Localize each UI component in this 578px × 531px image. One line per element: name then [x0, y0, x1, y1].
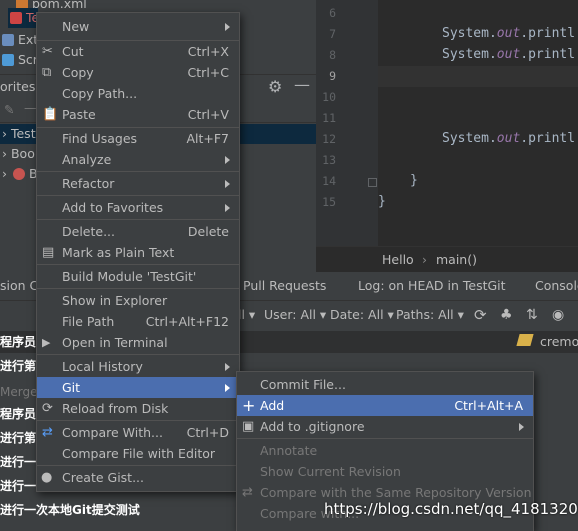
line-number: 7 [329, 27, 336, 41]
line-number: 9 [329, 69, 336, 83]
cut-icon: ✂ [42, 44, 53, 59]
terminal-icon: ▶ [42, 336, 51, 349]
git-menu-annotate: Annotate [260, 443, 318, 458]
fold-icon[interactable] [368, 178, 377, 187]
menu-item-delete[interactable]: Delete... Delete [37, 221, 239, 242]
git-menu-show-current-revision: Show Current Revision [260, 464, 401, 479]
library-icon [2, 33, 14, 46]
log-row[interactable]: 程序员 [0, 402, 36, 426]
date-filter[interactable]: Date: All ▾ [330, 301, 394, 329]
cherry-pick-icon[interactable]: ♣ [500, 301, 513, 329]
minimize-icon[interactable]: — [294, 75, 310, 94]
scratch-icon [2, 53, 14, 66]
menu-item-compare-with[interactable]: ⇄ Compare With... Ctrl+D [37, 422, 239, 443]
code-editor[interactable]: 6 7 8 9 10 11 12 13 14 15 System.out.pri… [316, 0, 578, 246]
line-number: 6 [329, 6, 336, 20]
github-icon: ● [41, 470, 53, 485]
gear-icon[interactable]: ⚙ [268, 77, 282, 96]
menu-item-compare-file-with-editor[interactable]: Compare File with Editor [37, 443, 239, 464]
menu-item-add-to-favorites[interactable]: Add to Favorites [37, 197, 239, 218]
line-number: 13 [322, 153, 336, 167]
edit-icon[interactable]: ✎ [4, 102, 14, 117]
breadcrumb-class[interactable]: Hello [382, 247, 414, 273]
code-line: System.out.printl [442, 131, 576, 146]
menu-item-find-usages[interactable]: Find Usages Alt+F7 [37, 128, 239, 149]
log-row[interactable]: 进行一次本地Git提交测试 [0, 498, 140, 522]
menu-item-local-history[interactable]: Local History [37, 356, 239, 377]
log-row[interactable]: 进行第 [0, 354, 36, 378]
branch-filter[interactable]: ll ▾ [238, 301, 255, 329]
code-brace: } [410, 173, 418, 188]
breadcrumb-method[interactable]: main() [436, 247, 477, 273]
line-number: 15 [322, 195, 336, 209]
line-number: 12 [322, 132, 336, 146]
favorites-title: orites [0, 79, 36, 94]
remote-branch-label: cremot [540, 334, 578, 349]
menu-item-file-path[interactable]: File Path Ctrl+Alt+F12 [37, 311, 239, 332]
menu-item-new[interactable]: New [37, 16, 239, 37]
menu-item-open-in-terminal[interactable]: ▶ Open in Terminal [37, 332, 239, 353]
line-number: 11 [322, 111, 336, 125]
current-line-highlight [378, 66, 578, 87]
java-file-icon [10, 11, 22, 24]
menu-item-git[interactable]: Git [37, 377, 239, 398]
menu-item-cut[interactable]: ✂ Cut Ctrl+X [37, 41, 239, 62]
context-menu: New ✂ Cut Ctrl+X ⧉ Copy Ctrl+C Copy Path... … [36, 12, 240, 492]
plain-text-icon: ▤ [42, 245, 55, 260]
git-menu-add[interactable]: + Add Ctrl+Alt+A [237, 395, 533, 416]
tag-icon [516, 334, 534, 346]
compare-icon: ⇄ [242, 485, 253, 500]
menu-item-analyze[interactable]: Analyze [37, 149, 239, 170]
log-row[interactable]: 程序员 [0, 330, 36, 354]
menu-item-mark-plain-text[interactable]: ▤ Mark as Plain Text [37, 242, 239, 263]
code-brace: } [378, 194, 386, 209]
tab-pull-requests[interactable]: Pull Requests [243, 272, 326, 300]
breakpoint-icon [12, 167, 25, 180]
menu-item-refactor[interactable]: Refactor [37, 173, 239, 194]
editor-breadcrumbs: Hello › main() [316, 246, 578, 273]
copy-icon: ⧉ [42, 65, 52, 80]
line-number: 10 [322, 90, 336, 104]
refresh-icon[interactable]: ⟳ [474, 301, 487, 329]
remove-icon[interactable]: — [24, 100, 37, 115]
compare-icon: ⇄ [42, 425, 53, 440]
git-menu-add-to-gitignore[interactable]: ▣ Add to .gitignore [237, 416, 533, 437]
git-menu-commit-file[interactable]: Commit File... [237, 374, 533, 395]
eye-icon[interactable]: ◉ [552, 301, 564, 329]
tab-console[interactable]: Console [535, 272, 578, 300]
log-row[interactable]: 进行第 [0, 426, 36, 450]
menu-item-copy[interactable]: ⧉ Copy Ctrl+C [37, 62, 239, 83]
menu-item-copy-path[interactable]: Copy Path... [37, 83, 239, 104]
plus-icon: + [242, 396, 256, 415]
watermark-url: https://blog.csdn.net/qq_41813208 [324, 500, 578, 518]
log-row[interactable]: Merge [0, 380, 37, 404]
tree-item-selected[interactable]: Te [8, 8, 38, 28]
menu-item-build-module[interactable]: Build Module 'TestGit' [37, 266, 239, 287]
menu-item-show-in-explorer[interactable]: Show in Explorer [37, 290, 239, 311]
code-line: System.out.printl [442, 26, 576, 41]
paths-filter[interactable]: Paths: All ▾ [396, 301, 464, 329]
breadcrumb-separator: › [422, 252, 427, 267]
user-filter[interactable]: User: All ▾ [264, 301, 326, 329]
menu-item-paste[interactable]: 📋 Paste Ctrl+V [37, 104, 239, 125]
reload-icon: ⟳ [42, 401, 53, 416]
tab-log[interactable]: Log: on HEAD in TestGit [358, 272, 506, 300]
menu-item-create-gist[interactable]: ● Create Gist... [37, 467, 239, 488]
gitignore-icon: ▣ [242, 419, 255, 434]
paste-icon: 📋 [42, 107, 59, 122]
line-number: 8 [329, 48, 336, 62]
code-line: System.out.printl [442, 47, 576, 62]
line-number: 14 [322, 174, 336, 188]
sort-icon[interactable]: ⇅ [526, 301, 538, 329]
menu-item-reload-from-disk[interactable]: ⟳ Reload from Disk [37, 398, 239, 419]
log-row[interactable]: 进行一 [0, 450, 36, 474]
